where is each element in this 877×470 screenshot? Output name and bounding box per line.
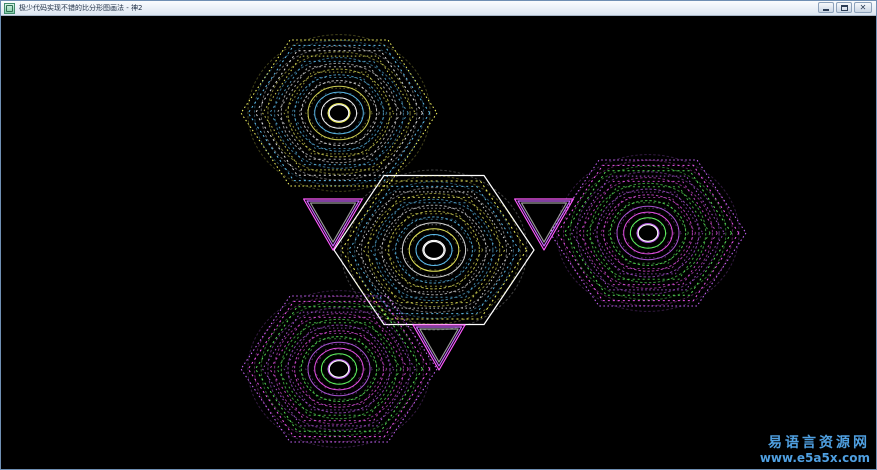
hex-cluster-right (549, 154, 747, 312)
round-ring (320, 353, 358, 385)
hex-cluster-top-left (240, 34, 438, 192)
triangle-top-left (303, 198, 363, 251)
triangle-ring (419, 328, 459, 363)
round-ring (247, 290, 431, 448)
round-ring (583, 177, 713, 289)
round-ring (596, 188, 700, 278)
maximize-button[interactable] (836, 2, 852, 13)
core-ring (423, 240, 445, 260)
round-ring (629, 217, 667, 249)
round-ring (563, 159, 733, 307)
core-ring (328, 104, 350, 122)
round-ring (274, 313, 404, 425)
round-ring (327, 359, 351, 379)
round-ring (274, 57, 404, 169)
round-ring (422, 239, 446, 261)
app-icon (4, 2, 15, 14)
round-ring (408, 228, 460, 272)
triangle-top-right (513, 198, 575, 251)
round-ring (636, 223, 660, 243)
window-controls: ✕ (818, 2, 872, 13)
app-window: 极少代码实现不错的比分形图画法 - 神2 ✕ 易语言资源网 www.e5a5x.… (0, 0, 877, 470)
round-ring (247, 34, 431, 192)
round-ring (623, 211, 673, 255)
minimize-button[interactable] (818, 2, 834, 13)
window-title: 极少代码实现不错的比分形图画法 - 神2 (19, 4, 143, 12)
round-ring (254, 295, 424, 443)
round-ring (576, 171, 720, 295)
core-ring (328, 360, 350, 378)
triangle-bottom (412, 324, 466, 371)
close-button[interactable]: ✕ (854, 2, 872, 13)
round-ring (327, 103, 351, 123)
minimize-icon (823, 8, 829, 11)
round-ring (287, 68, 391, 158)
maximize-icon (840, 4, 848, 11)
round-ring (616, 205, 680, 261)
round-ring (556, 154, 740, 312)
round-ring (314, 91, 364, 135)
core-ring (637, 224, 659, 242)
close-icon: ✕ (859, 2, 867, 12)
round-ring (401, 222, 467, 278)
round-ring (267, 307, 411, 431)
round-ring (415, 234, 453, 266)
round-ring (320, 97, 358, 129)
round-ring (367, 193, 501, 307)
watermark-site-name: 易语言资源网 (768, 435, 870, 451)
triangle-ring (415, 326, 463, 367)
round-ring (314, 347, 364, 391)
round-ring (287, 324, 391, 414)
round-ring (395, 216, 473, 284)
watermark: 易语言资源网 www.e5a5x.com (760, 435, 870, 465)
round-ring (254, 39, 424, 187)
round-ring (307, 85, 371, 141)
round-ring (267, 51, 411, 175)
title-bar[interactable]: 极少代码实现不错的比分形图画法 - 神2 ✕ (1, 1, 876, 16)
drawing-canvas: 易语言资源网 www.e5a5x.com (1, 17, 876, 469)
watermark-url: www.e5a5x.com (759, 451, 870, 465)
round-ring (381, 204, 487, 296)
round-ring (307, 341, 371, 397)
hex-cluster-bottom-left (240, 290, 438, 448)
round-ring (361, 187, 507, 313)
fractal-figure (240, 34, 747, 448)
